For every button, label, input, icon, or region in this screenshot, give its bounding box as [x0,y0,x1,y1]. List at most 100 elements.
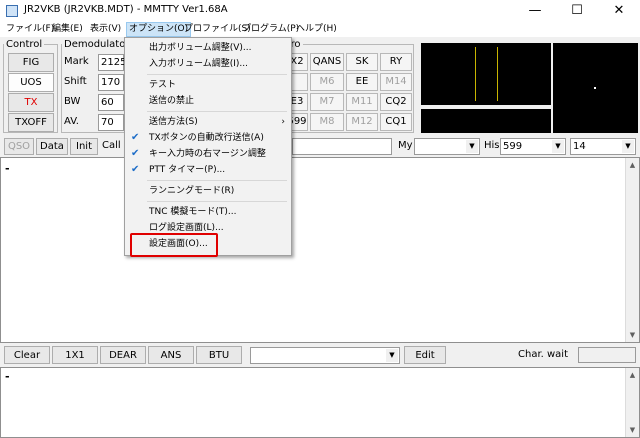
shift-input[interactable]: 170 [98,74,124,91]
av-label: AV. [64,116,79,127]
transmit-text-area[interactable]: - ▲ ▼ [0,367,640,438]
close-button[interactable]: ✕ [598,0,640,22]
demodulator-legend: Demodulator [64,39,130,50]
macro-button[interactable]: RY [380,53,412,71]
menu-item-input-volume[interactable]: 入力ボリューム調整(I)... [125,56,291,72]
macro-button[interactable]: M14 [380,73,412,91]
macro-button[interactable]: M12 [346,113,378,131]
his-value: 599 [503,141,523,152]
xy-dot [594,87,596,89]
1x1-button[interactable]: 1X1 [52,346,98,364]
menu-item-disable-tx[interactable]: 送信の禁止 [125,93,291,109]
scroll-down-icon[interactable]: ▼ [626,423,639,437]
level-scope [421,109,551,133]
options-dropdown-menu: 出力ボリューム調整(V)... 入力ボリューム調整(I)... テスト 送信の禁… [124,37,292,256]
menu-item-tx-auto-crlf[interactable]: ✔ TXボタンの自動改行送信(A) [125,130,291,146]
macro-button[interactable]: M8 [310,113,344,131]
menu-item-test[interactable]: テスト [125,77,291,93]
txoff-button[interactable]: TXOFF [8,113,54,132]
qso-row: QSO Data Init Call My ▼ His 599 ▼ 14 ▼ [0,135,640,157]
menu-item-label: テスト [149,80,177,90]
menu-item-label: 入力ボリューム調整(I)... [149,59,248,69]
his-combo[interactable]: 599 ▼ [500,138,566,155]
menu-file[interactable]: ファイル(F) [4,22,56,37]
menu-item-tx-method[interactable]: 送信方法(S) › [125,114,291,130]
receive-scrollbar[interactable]: ▲ ▼ [625,158,639,342]
menu-item-label: ログ設定画面(L)... [149,223,224,233]
my-label: My [398,140,413,151]
macro-button[interactable]: QANS [310,53,344,71]
menu-separator [147,111,287,112]
scroll-up-icon[interactable]: ▲ [626,158,639,172]
init-button[interactable]: Init [70,138,98,155]
btu-button[interactable]: BTU [196,346,242,364]
qso-button[interactable]: QSO [4,138,34,155]
highlight-box [130,233,218,257]
menu-view[interactable]: 表示(V) [88,22,123,37]
control-legend: Control [6,39,43,50]
menu-help[interactable]: ヘルプ(H) [294,22,339,37]
edit-button[interactable]: Edit [404,346,446,364]
control-panel: Control FIG UOS TX TXOFF Demodulator Mar… [0,37,640,135]
char-wait-slider[interactable] [578,347,636,363]
menu-item-label: キー入力時の右マージン調整 [149,149,266,159]
menu-item-ptt-timer[interactable]: ✔ PTT タイマー(P)... [125,162,291,178]
macro-button[interactable]: SK [346,53,378,71]
transmit-scrollbar[interactable]: ▲ ▼ [625,368,639,437]
extra-value: 14 [573,141,586,152]
minimize-button[interactable]: — [514,0,556,22]
macro-button[interactable]: CQ2 [380,93,412,111]
menu-item-running-mode[interactable]: ランニングモード(R) [125,183,291,199]
menu-separator [147,180,287,181]
data-button[interactable]: Data [36,138,68,155]
his-label: His [484,140,500,151]
tx-button[interactable]: TX [8,93,54,112]
macro-button[interactable]: M6 [310,73,344,91]
menu-item-label: 送信方法(S) [149,117,198,127]
maximize-button[interactable]: ☐ [556,0,598,22]
check-icon: ✔ [131,132,140,143]
menu-edit[interactable]: 編集(E) [50,22,85,37]
macro-button[interactable]: CQ1 [380,113,412,131]
xy-scope [553,43,638,133]
macro-combo[interactable]: ▼ [250,347,400,364]
ans-button[interactable]: ANS [148,346,194,364]
spectrum-scope [421,43,551,105]
receive-text-area[interactable]: - ▲ ▼ [0,157,640,343]
char-wait-label: Char. wait [518,349,569,360]
menu-item-tnc-mode[interactable]: TNC 模擬モード(T)... [125,204,291,220]
fig-button[interactable]: FIG [8,53,54,72]
bw-input[interactable]: 60 [98,94,124,111]
dear-button[interactable]: DEAR [100,346,146,364]
menu-item-output-volume[interactable]: 出力ボリューム調整(V)... [125,40,291,56]
title-bar: JR2VKB (JR2VKB.MDT) - MMTTY Ver1.68A — ☐… [0,0,640,22]
transmit-toolbar: Clear 1X1 DEAR ANS BTU ▼ Edit Char. wait [0,343,640,367]
uos-button[interactable]: UOS [8,73,54,92]
menu-item-right-margin[interactable]: ✔ キー入力時の右マージン調整 [125,146,291,162]
clear-button[interactable]: Clear [4,346,50,364]
check-icon: ✔ [131,164,140,175]
menu-item-label: PTT タイマー(P)... [149,165,226,175]
scroll-up-icon[interactable]: ▲ [626,368,639,382]
window-title: JR2VKB (JR2VKB.MDT) - MMTTY Ver1.68A [24,4,228,15]
menu-item-label: ランニングモード(R) [149,186,235,196]
macro-button[interactable]: EE [346,73,378,91]
macro-button[interactable]: M11 [346,93,378,111]
my-combo[interactable]: ▼ [414,138,480,155]
chevron-down-icon[interactable]: ▼ [466,140,478,153]
av-input[interactable]: 70 [98,114,124,131]
bw-label: BW [64,96,81,107]
extra-combo[interactable]: 14 ▼ [570,138,636,155]
chevron-down-icon[interactable]: ▼ [552,140,564,153]
chevron-down-icon[interactable]: ▼ [622,140,634,153]
menu-item-label: 出力ボリューム調整(V)... [149,43,252,53]
menu-program[interactable]: プログラム(P) [240,22,301,37]
submenu-arrow-icon: › [281,117,285,127]
mark-input[interactable]: 2125 [98,54,126,71]
mark-marker [475,47,476,101]
scroll-down-icon[interactable]: ▼ [626,328,639,342]
macro-button[interactable]: M7 [310,93,344,111]
chevron-down-icon[interactable]: ▼ [386,349,398,362]
call-input[interactable] [292,138,392,155]
app-icon [6,5,18,17]
